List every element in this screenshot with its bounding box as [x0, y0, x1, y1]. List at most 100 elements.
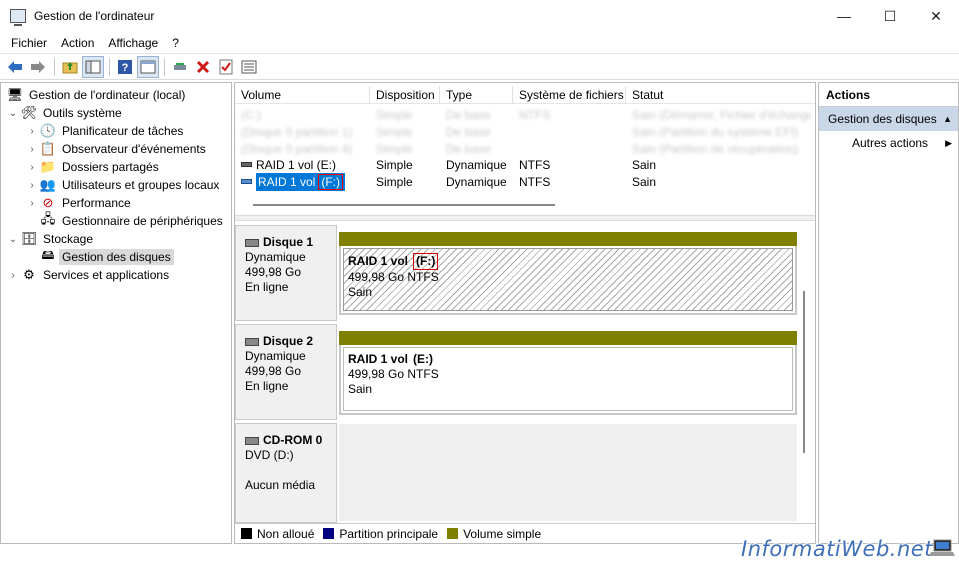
column-disposition[interactable]: Disposition	[370, 86, 440, 104]
tree-item-system-tools[interactable]: ⌄ 🛠 Outils système	[7, 104, 125, 122]
column-filesystem[interactable]: Système de fichiers	[513, 86, 626, 104]
column-type[interactable]: Type	[440, 86, 513, 104]
legend-swatch-simple	[447, 528, 459, 539]
services-icon: ⚙	[23, 267, 35, 282]
legend: Non alloué Partition principale Volume s…	[235, 523, 815, 543]
list-icon[interactable]	[238, 56, 260, 78]
clock-icon: 🕓	[39, 123, 57, 138]
disk-graphical-view: Disque 1 Dynamique 499,98 Go En ligne RA…	[235, 221, 815, 523]
tree-item-event-viewer[interactable]: › 📋 Observateur d'événements	[26, 140, 209, 158]
tree-item-disk-management[interactable]: 🖴 Gestion des disques	[38, 247, 174, 266]
disk-icon	[245, 337, 259, 346]
table-row[interactable]: (C:) Simple De base NTFS Sain (Démarrer,…	[235, 106, 815, 123]
chevron-right-icon[interactable]: ›	[26, 144, 38, 155]
cdrom-icon	[245, 436, 259, 445]
tree-item-services-apps[interactable]: › ⚙ Services et applications	[7, 266, 172, 284]
performance-icon: ⊘	[42, 195, 54, 210]
navigation-tree: 🖥 Gestion de l'ordinateur (local) ⌄ 🛠 Ou…	[0, 82, 232, 544]
collapse-triangle-icon[interactable]: ▲	[943, 114, 952, 124]
legend-swatch-primary	[323, 528, 335, 539]
close-button[interactable]: ✕	[913, 0, 959, 32]
cdrom-0-label[interactable]: CD-ROM 0 DVD (D:) Aucun média	[235, 423, 337, 523]
column-status[interactable]: Statut	[626, 86, 815, 104]
minimize-button[interactable]: —	[821, 0, 867, 32]
watermark: InformatiWeb.net	[741, 537, 933, 561]
maximize-button[interactable]: ☐	[867, 0, 913, 32]
partition-raid-e[interactable]: RAID 1 vol (E:) 499,98 Go NTFS Sain	[343, 347, 793, 411]
chevron-right-icon[interactable]: ›	[26, 180, 38, 191]
table-row[interactable]: (Disque 0 partition 4) Simple De base Sa…	[235, 140, 815, 157]
title-bar: Gestion de l'ordinateur — ☐ ✕	[0, 0, 959, 32]
menu-bar: Fichier Action Affichage ?	[0, 32, 959, 53]
tree-item-users-groups[interactable]: › 👥 Utilisateurs et groupes locaux	[26, 176, 222, 194]
computer-management-icon	[10, 9, 26, 26]
menu-action[interactable]: Action	[54, 36, 101, 50]
window-title: Gestion de l'ordinateur	[34, 9, 155, 23]
simple-volume-bar	[339, 331, 797, 345]
cdrom-empty-area	[339, 424, 797, 521]
tools-icon: 🛠	[20, 105, 38, 120]
disk-1-partition[interactable]: RAID 1 vol (F:) 499,98 Go NTFS Sain	[339, 232, 797, 315]
disk-management-icon: 🖴	[41, 247, 55, 262]
menu-help[interactable]: ?	[165, 36, 186, 50]
storage-icon: 🗄	[20, 231, 38, 246]
volume-icon	[241, 179, 252, 184]
legend-item: Volume simple	[447, 527, 541, 541]
horizontal-scrollbar[interactable]	[253, 204, 555, 206]
legend-swatch-unallocated	[241, 528, 252, 539]
toolbar: ?	[0, 53, 959, 80]
simple-volume-bar	[339, 232, 797, 246]
tree-item-root[interactable]: 🖥 Gestion de l'ordinateur (local)	[5, 86, 188, 104]
chevron-right-icon[interactable]: ›	[7, 270, 19, 281]
disk-management-pane: Volume Disposition Type Système de fichi…	[234, 82, 816, 544]
back-icon[interactable]	[4, 56, 26, 78]
chevron-down-icon[interactable]: ⌄	[7, 234, 19, 245]
volume-list-header: Volume Disposition Type Système de fichi…	[235, 86, 815, 104]
table-row[interactable]: RAID 1 vol (E:) Simple Dynamique NTFS Sa…	[235, 156, 815, 173]
show-hide-tree-icon[interactable]	[82, 55, 104, 78]
disk-icon	[245, 238, 259, 247]
table-row[interactable]: (Disque 0 partition 1) Simple De base Sa…	[235, 123, 815, 140]
help-icon[interactable]: ?	[114, 56, 136, 78]
disk-2-label[interactable]: Disque 2 Dynamique 499,98 Go En ligne	[235, 324, 337, 420]
legend-item: Non alloué	[241, 527, 314, 541]
laptop-logo-icon	[929, 539, 955, 556]
shared-folder-icon: 📁	[39, 159, 57, 174]
menu-fichier[interactable]: Fichier	[4, 36, 54, 50]
tree-item-task-scheduler[interactable]: › 🕓 Planificateur de tâches	[26, 122, 186, 140]
table-row-selected[interactable]: RAID 1 vol (F:) Simple Dynamique NTFS Sa…	[235, 172, 815, 191]
toolbar-separator	[54, 57, 55, 76]
toolbar-separator	[164, 57, 165, 76]
tree-item-shared-folders[interactable]: › 📁 Dossiers partagés	[26, 158, 162, 176]
computer-icon: 🖥	[6, 87, 24, 102]
properties-icon[interactable]	[169, 56, 191, 78]
more-actions-item[interactable]: Autres actions ▶	[819, 131, 958, 155]
check-icon[interactable]	[215, 56, 237, 78]
chevron-right-icon[interactable]: ›	[26, 126, 38, 137]
toolbar-separator	[109, 57, 110, 76]
chevron-down-icon[interactable]: ⌄	[7, 108, 19, 119]
view-icon[interactable]	[137, 55, 159, 78]
device-manager-icon: 🖧	[40, 211, 56, 226]
drive-letter-highlight: (F:)	[318, 173, 344, 190]
chevron-right-icon[interactable]: ›	[26, 198, 38, 209]
delete-icon[interactable]	[192, 56, 214, 78]
actions-pane: Actions Gestion des disques ▲ Autres act…	[818, 82, 959, 544]
chevron-right-icon[interactable]: ›	[26, 162, 38, 173]
users-icon: 👥	[39, 177, 57, 192]
forward-icon[interactable]	[27, 56, 49, 78]
menu-affichage[interactable]: Affichage	[101, 36, 165, 50]
event-viewer-icon: 📋	[39, 141, 57, 156]
actions-section-disk-management[interactable]: Gestion des disques ▲	[819, 107, 958, 131]
legend-item: Partition principale	[323, 527, 438, 541]
up-folder-icon[interactable]	[59, 56, 81, 78]
disk-2-partition[interactable]: RAID 1 vol (E:) 499,98 Go NTFS Sain	[339, 331, 797, 415]
submenu-arrow-icon: ▶	[945, 137, 952, 148]
tree-item-device-manager[interactable]: 🖧 Gestionnaire de périphériques	[38, 211, 226, 230]
disk-1-label[interactable]: Disque 1 Dynamique 499,98 Go En ligne	[235, 225, 337, 321]
column-volume[interactable]: Volume	[235, 86, 370, 104]
vertical-scrollbar[interactable]	[803, 291, 805, 453]
volume-icon	[241, 162, 252, 167]
partition-raid-f[interactable]: RAID 1 vol (F:) 499,98 Go NTFS Sain	[343, 248, 793, 311]
drive-letter-highlight: (F:)	[413, 253, 439, 270]
